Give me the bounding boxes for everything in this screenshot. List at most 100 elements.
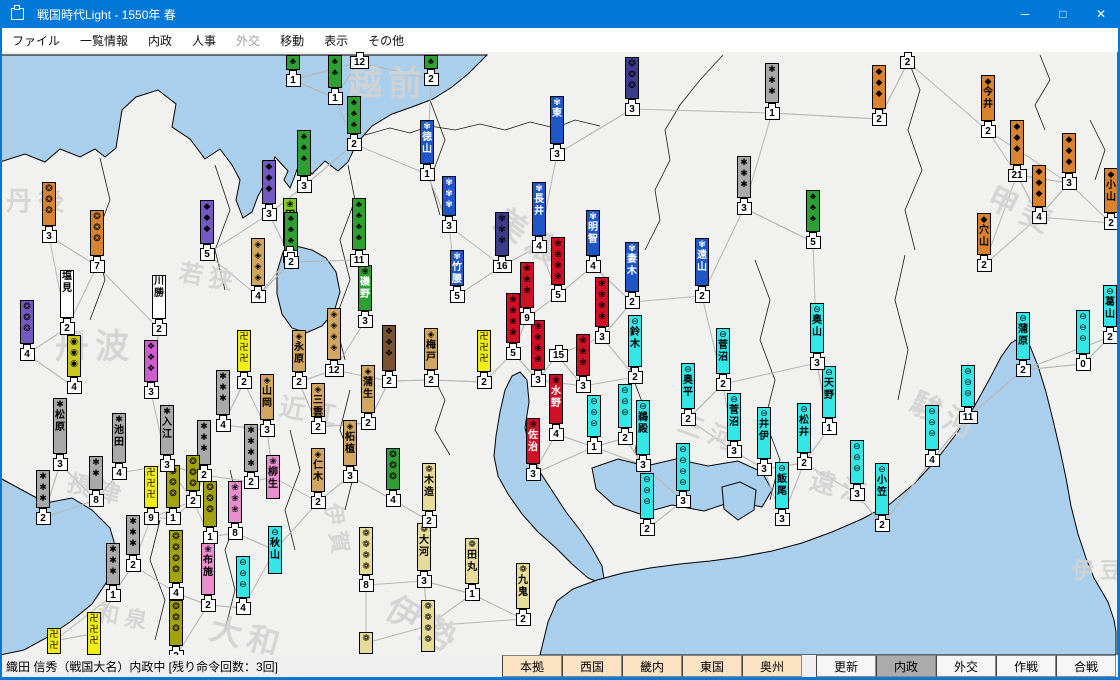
clan-banner[interactable]: ◈◈◈◈ — [327, 308, 341, 360]
clan-banner[interactable]: ✾✾✾ — [495, 212, 509, 256]
castle-marker[interactable]: 3 — [531, 374, 546, 387]
castle-marker[interactable]: 2 — [60, 322, 75, 335]
castle-marker[interactable]: 2 — [201, 599, 216, 612]
clan-banner-柳生[interactable]: ❀柳生 — [266, 455, 280, 499]
castle-marker[interactable]: 2 — [382, 375, 397, 388]
castle-marker[interactable]: 11 — [959, 411, 978, 424]
castle-marker[interactable]: 2 — [872, 113, 887, 126]
castle-marker[interactable]: 5 — [506, 347, 521, 360]
castle-marker[interactable]: 2 — [681, 413, 696, 426]
clan-banner-磯野[interactable]: ❀磯野 — [358, 265, 372, 311]
clan-banner[interactable]: ❂❂❂ — [625, 57, 639, 99]
castle-marker[interactable]: 2 — [422, 515, 437, 528]
castle-marker[interactable]: 1 — [465, 588, 480, 601]
clan-banner[interactable]: ◆◆◆ — [200, 200, 214, 244]
clan-banner[interactable]: 卍卍卍 — [237, 330, 251, 372]
clan-banner[interactable]: 卍卍 — [47, 628, 61, 654]
castle-marker[interactable]: 4 — [549, 428, 564, 441]
castle-marker[interactable]: 12 — [325, 364, 344, 377]
clan-banner[interactable]: ✱✱ — [89, 456, 103, 490]
castle-marker[interactable]: 2 — [625, 296, 640, 309]
clan-banner-佐治[interactable]: ❀佐治 — [526, 418, 540, 464]
clan-banner-川勝[interactable]: 川勝 — [152, 275, 166, 319]
clan-banner[interactable]: ❁ — [359, 632, 373, 654]
castle-marker[interactable]: 11 — [350, 254, 369, 267]
castle-marker[interactable]: 9 — [520, 312, 535, 325]
castle-marker[interactable]: 2 — [875, 519, 890, 532]
castle-marker[interactable]: 1 — [765, 107, 780, 120]
clan-banner-葛山[interactable]: ⊖葛山 — [1103, 285, 1117, 327]
clan-banner[interactable]: ⊖⊖⊖ — [961, 365, 975, 407]
clan-banner[interactable]: ✱✱✱ — [765, 63, 779, 103]
clan-banner[interactable]: ✱✱✱✱ — [244, 424, 258, 472]
clan-banner[interactable]: ❀❀❀❀ — [506, 293, 520, 343]
castle-marker[interactable]: 3 — [144, 386, 159, 399]
castle-marker[interactable]: 2 — [126, 559, 141, 572]
castle-marker[interactable]: 4 — [586, 260, 601, 273]
castle-marker[interactable]: 0 — [1076, 358, 1091, 371]
castle-marker[interactable]: 1 — [106, 589, 121, 602]
clan-banner[interactable]: ♣♣ — [328, 55, 342, 88]
castle-marker[interactable]: 3 — [297, 180, 312, 193]
castle-marker[interactable]: 2 — [237, 376, 252, 389]
clan-banner-長井[interactable]: ✾長井 — [532, 182, 546, 236]
castle-marker[interactable]: 2 — [640, 523, 655, 536]
castle-marker[interactable]: 3 — [850, 488, 865, 501]
castle-marker[interactable]: 4 — [532, 240, 547, 253]
castle-marker[interactable]: 2 — [186, 495, 201, 508]
castle-marker[interactable]: 3 — [576, 380, 591, 393]
clan-banner-入江[interactable]: ✱入江 — [160, 405, 174, 455]
clan-banner[interactable]: ♣ — [286, 55, 300, 70]
clan-banner[interactable]: ❂❂❂ — [169, 600, 183, 646]
clan-banner-遠山[interactable]: ✾遠山 — [695, 238, 709, 286]
castle-marker[interactable]: 9 — [144, 512, 159, 525]
clan-banner[interactable]: ◆◆◆ — [1062, 133, 1076, 173]
castle-marker[interactable]: 1 — [587, 441, 602, 454]
clan-banner-天野[interactable]: ⊖天野 — [822, 366, 836, 418]
castle-marker[interactable]: 2 — [981, 125, 996, 138]
castle-marker[interactable]: 2 — [900, 56, 915, 69]
castle-marker[interactable]: 2 — [284, 256, 299, 269]
clan-banner[interactable]: ✱✱✱ — [36, 470, 50, 508]
menu-item-内政[interactable]: 内政 — [138, 29, 182, 52]
castle-marker[interactable]: 3 — [595, 331, 610, 344]
clan-banner-竹腰[interactable]: ✾竹腰 — [450, 250, 464, 286]
castle-marker[interactable]: 8 — [359, 579, 374, 592]
clan-banner[interactable]: ⊖⊖⊖ — [236, 556, 250, 598]
castle-marker[interactable]: 2 — [152, 323, 167, 336]
castle-marker[interactable]: 3 — [676, 495, 691, 508]
clan-banner[interactable]: ◆◆◆ — [262, 160, 276, 204]
castle-marker[interactable]: 7 — [90, 260, 105, 273]
castle-marker[interactable]: 4 — [386, 494, 401, 507]
clan-banner-鵜殿[interactable]: ⊖鵜殿 — [636, 400, 650, 455]
clan-banner[interactable]: ✱✱✱ — [126, 515, 140, 555]
clan-banner-今井[interactable]: ◆今井 — [981, 75, 995, 121]
castle-marker[interactable]: 3 — [42, 230, 57, 243]
clan-banner-飯尾[interactable]: ⊖飯尾 — [775, 462, 789, 509]
clan-banner-木造[interactable]: ❁木造 — [422, 463, 436, 511]
castle-marker[interactable]: 2 — [36, 512, 51, 525]
clan-banner-小山[interactable]: ◆小山 — [1104, 168, 1118, 213]
clan-banner[interactable]: ❂❂❂ — [42, 182, 56, 226]
clan-banner[interactable]: ❀❀❀❀ — [531, 320, 545, 370]
clan-banner-柘植[interactable]: ◈柘植 — [343, 420, 357, 466]
castle-marker[interactable]: 3 — [775, 513, 790, 526]
region-button-西国[interactable]: 西国 — [562, 655, 622, 677]
clan-banner[interactable]: ❂❂❂ — [203, 481, 217, 527]
castle-marker[interactable]: 3 — [526, 468, 541, 481]
castle-marker[interactable]: 8 — [228, 527, 243, 540]
castle-marker[interactable]: 3 — [343, 470, 358, 483]
clan-banner[interactable]: ⊖⊖⊖ — [850, 440, 864, 484]
clan-banner-松原[interactable]: ✱松原 — [53, 398, 67, 454]
castle-marker[interactable]: 2 — [977, 259, 992, 272]
clan-banner[interactable]: ❂❂❂ — [20, 300, 34, 344]
clan-banner-三雲[interactable]: ◈三雲 — [311, 383, 325, 417]
maximize-button[interactable]: □ — [1044, 0, 1082, 28]
action-button-更新[interactable]: 更新 — [816, 655, 876, 677]
castle-marker[interactable]: 3 — [737, 202, 752, 215]
castle-marker[interactable]: 2 — [424, 374, 439, 387]
clan-banner[interactable]: ✱✱✱ — [216, 370, 230, 415]
castle-marker[interactable]: 3 — [550, 148, 565, 161]
castle-marker[interactable]: 2 — [311, 421, 326, 434]
clan-banner[interactable]: ◆◆◆ — [1010, 120, 1024, 165]
